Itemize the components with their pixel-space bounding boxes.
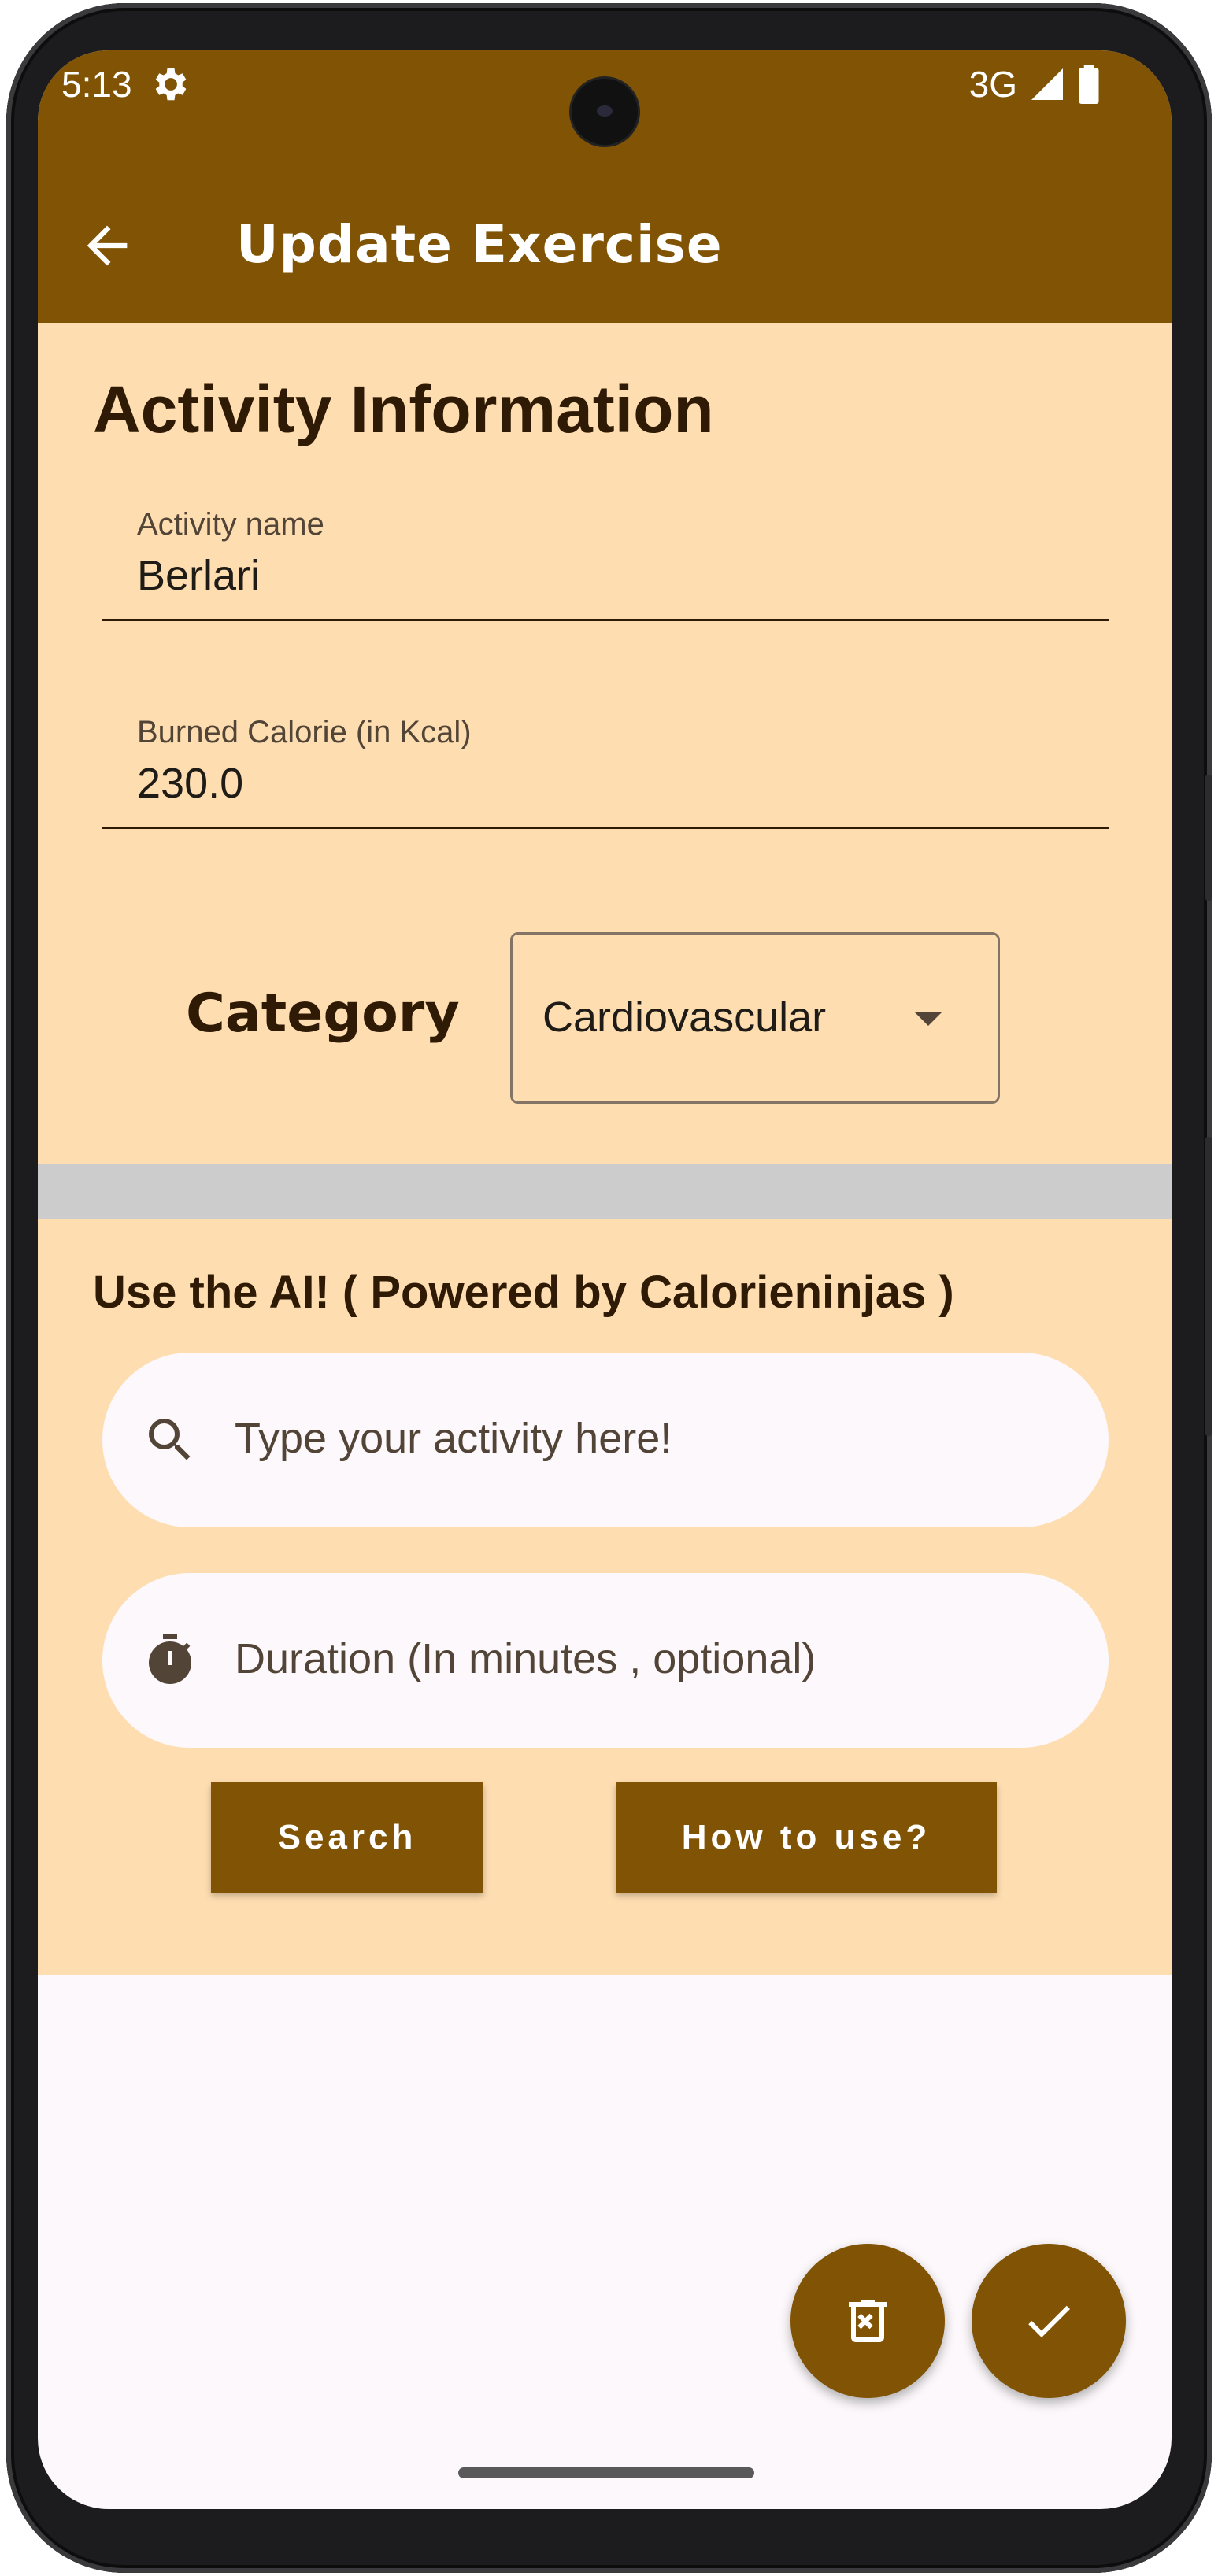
- delete-fab[interactable]: [790, 2244, 945, 2398]
- activity-name-label: Activity name: [137, 507, 324, 542]
- category-selected-value: Cardiovascular: [542, 994, 827, 1041]
- category-label: Category: [186, 983, 460, 1045]
- front-camera: [572, 79, 638, 145]
- dropdown-arrow-icon: [914, 1012, 942, 1026]
- ai-section: Use the AI! ( Powered by Calorieninjas )…: [38, 1219, 1172, 1975]
- power-button: [1205, 1137, 1212, 1436]
- search-icon: [149, 1419, 191, 1460]
- status-bar: 5:13 3G: [38, 50, 1172, 168]
- duration-input[interactable]: Duration (In minutes , optional): [102, 1573, 1109, 1748]
- search-button[interactable]: Search: [211, 1782, 483, 1893]
- activity-search-input[interactable]: Type your activity here!: [102, 1353, 1109, 1527]
- save-fab[interactable]: [972, 2244, 1126, 2398]
- app-bar: Update Exercise: [38, 168, 1172, 323]
- page-title: Update Exercise: [236, 214, 723, 275]
- check-icon: [1028, 2305, 1070, 2337]
- activity-search-placeholder: Type your activity here!: [235, 1415, 672, 1462]
- network-type: 3G: [968, 64, 1017, 105]
- burned-calorie-value: 230.0: [137, 760, 244, 807]
- volume-button: [1205, 775, 1212, 901]
- activity-info-section: Activity Information Activity name Berla…: [38, 323, 1172, 1164]
- section-divider: [38, 1164, 1172, 1219]
- delete-icon: [849, 2300, 887, 2342]
- how-to-use-button[interactable]: How to use?: [616, 1782, 997, 1893]
- duration-placeholder: Duration (In minutes , optional): [235, 1635, 816, 1682]
- home-indicator[interactable]: [458, 2467, 754, 2478]
- activity-name-field[interactable]: Activity name Berlari: [102, 480, 1109, 621]
- section-title: Activity Information: [93, 372, 714, 446]
- settings-icon: [155, 68, 187, 101]
- category-dropdown[interactable]: Cardiovascular: [510, 932, 1000, 1104]
- screen: 5:13 3G Update Exercise Activity Informa…: [38, 50, 1172, 2509]
- status-indicators: 3G: [969, 63, 1101, 105]
- battery-icon: [1079, 65, 1099, 104]
- signal-icon: [1031, 68, 1063, 100]
- burned-calorie-field[interactable]: Burned Calorie (in Kcal) 230.0: [102, 688, 1109, 829]
- timer-icon: [149, 1634, 191, 1684]
- activity-name-value: Berlari: [137, 552, 261, 599]
- status-time: 5:13: [61, 64, 132, 105]
- ai-section-title: Use the AI! ( Powered by Calorieninjas ): [93, 1267, 954, 1318]
- burned-calorie-label: Burned Calorie (in Kcal): [137, 715, 472, 749]
- back-arrow-icon[interactable]: [77, 216, 137, 276]
